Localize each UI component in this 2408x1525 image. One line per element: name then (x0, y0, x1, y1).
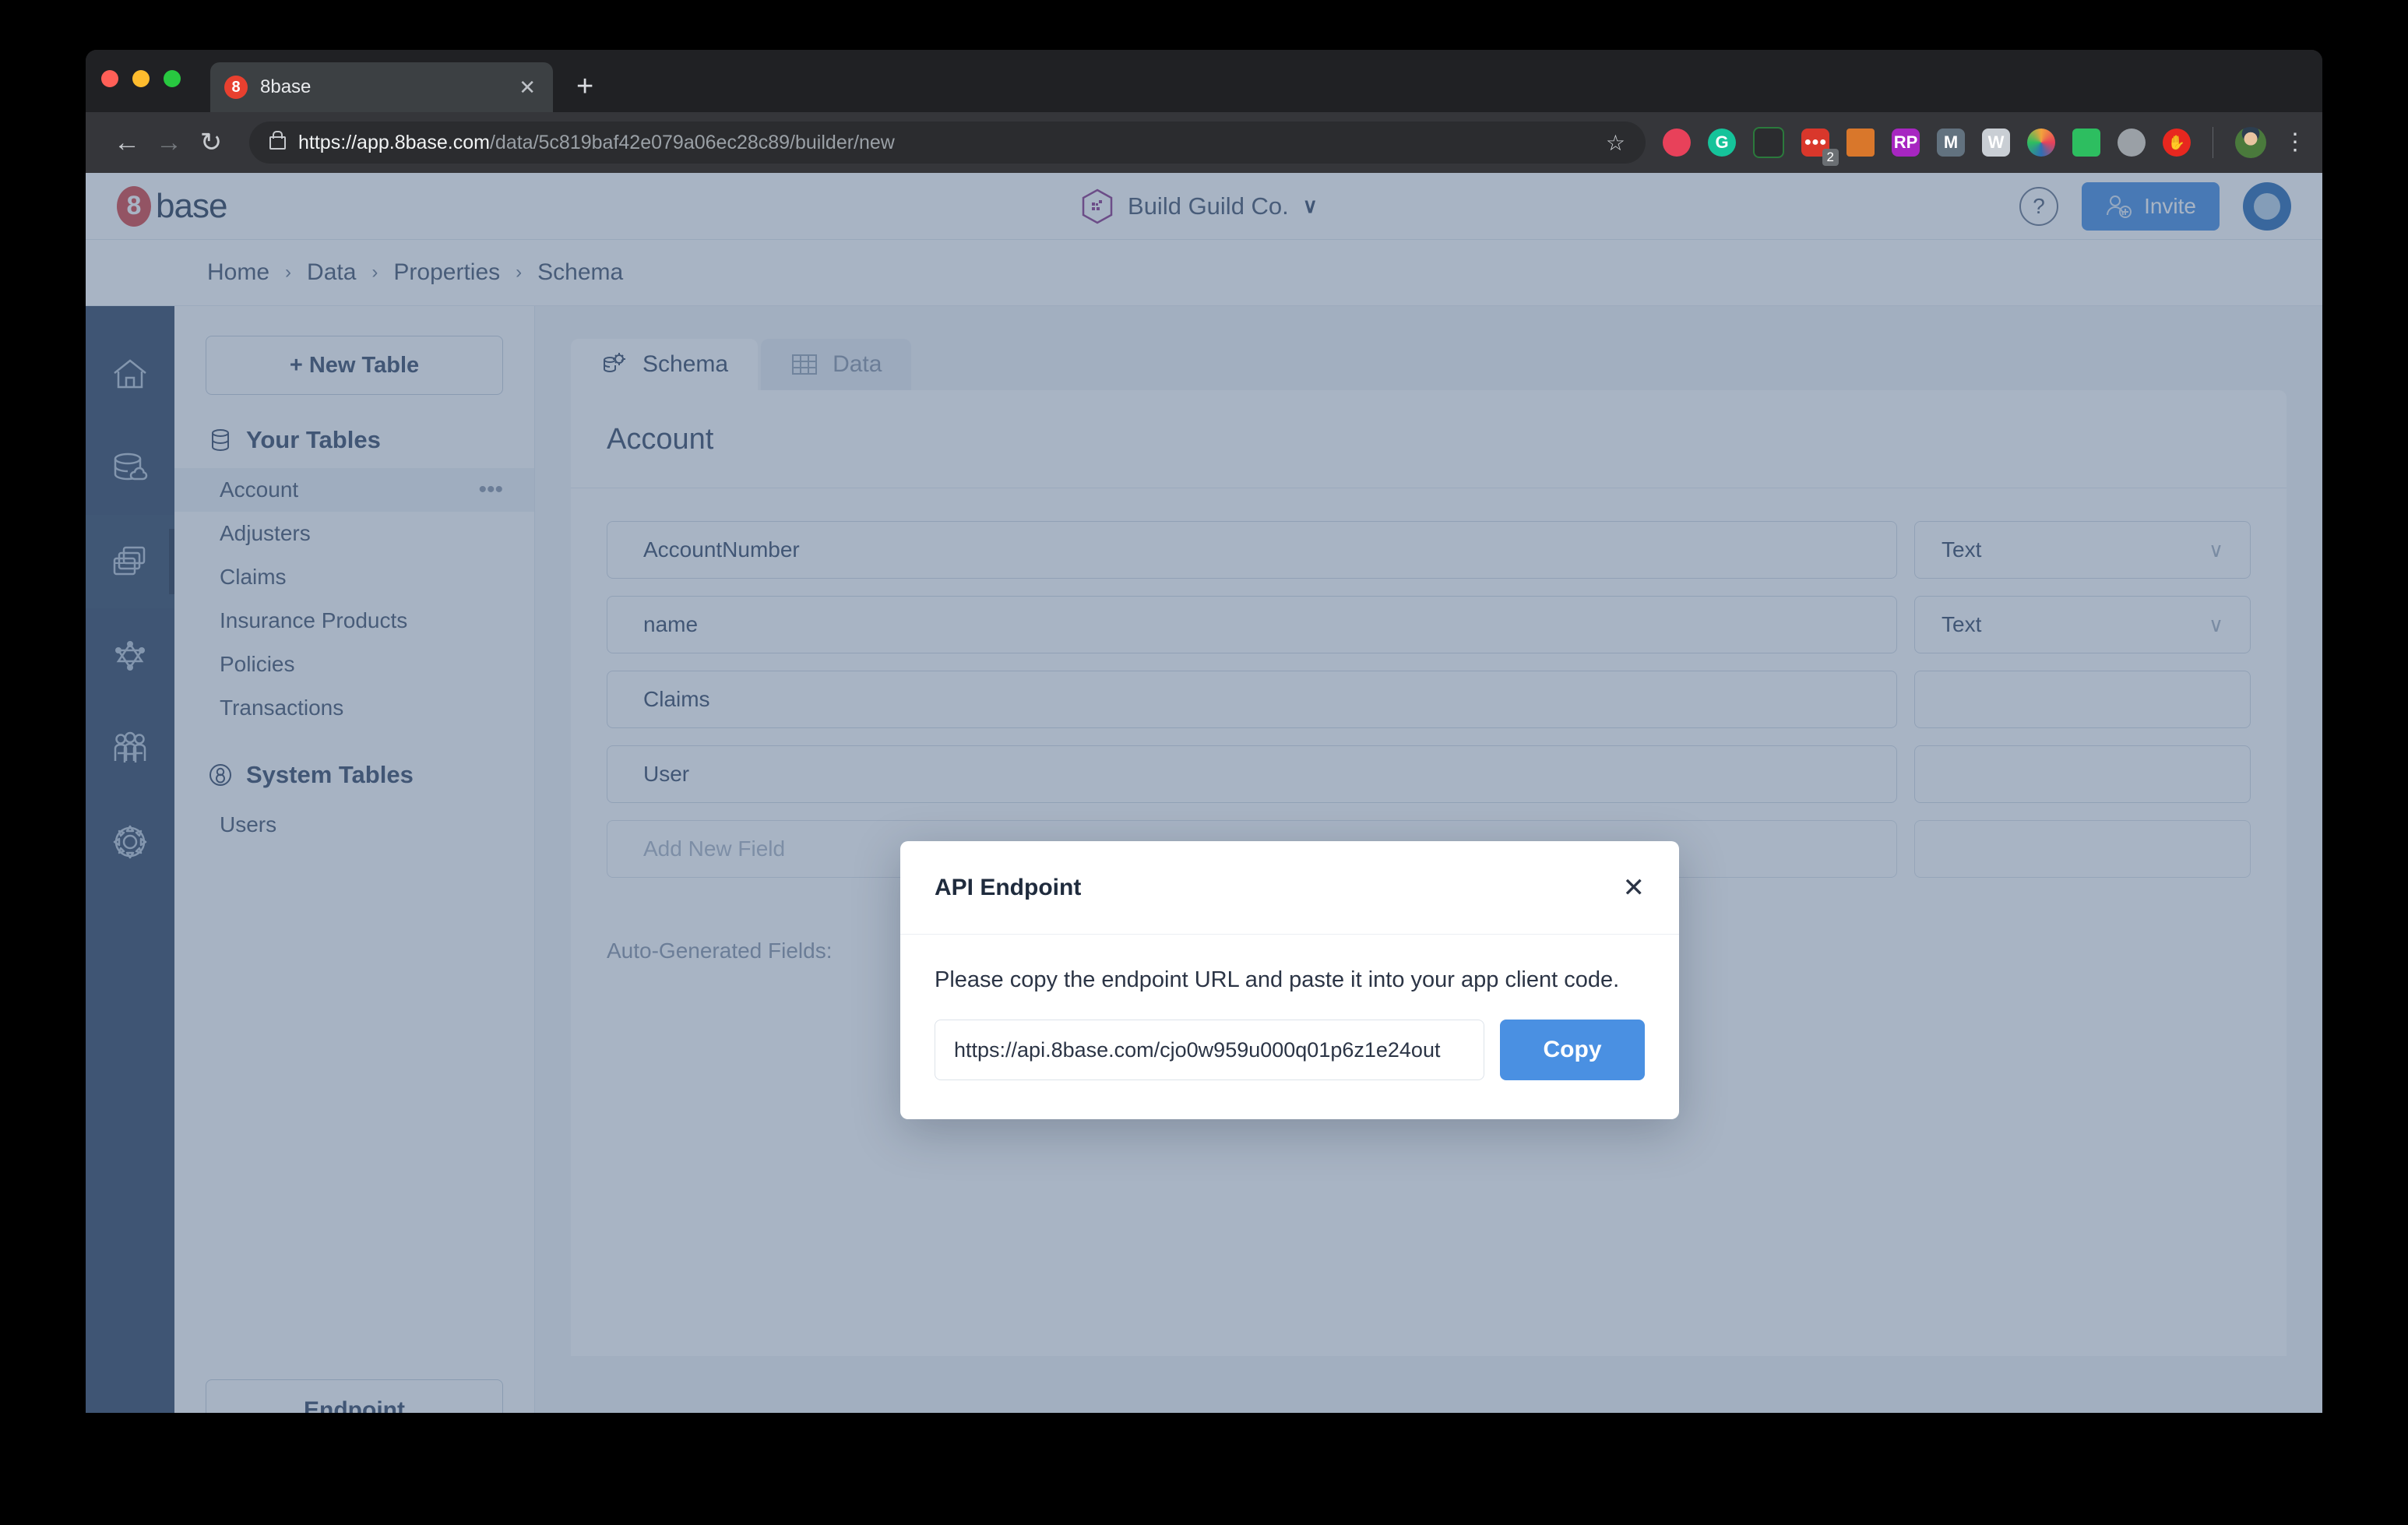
back-button[interactable]: ← (106, 128, 148, 158)
close-window-button[interactable] (101, 70, 118, 87)
beans-extension-icon[interactable] (2118, 129, 2146, 157)
endpoint-row: https://api.8base.com/cjo0w959u000q01p6z… (935, 1020, 1645, 1080)
url-text: https://app.8base.com/data/5c819baf42e07… (298, 132, 895, 154)
minimize-window-button[interactable] (132, 70, 150, 87)
pinterest-extension-icon[interactable] (1663, 129, 1691, 157)
wikipedia-extension-icon[interactable]: W (1982, 129, 2010, 157)
maximize-window-button[interactable] (164, 70, 181, 87)
endpoint-url-input[interactable]: https://api.8base.com/cjo0w959u000q01p6z… (935, 1020, 1484, 1080)
url-host: https://app.8base.com (298, 132, 490, 153)
new-tab-button[interactable]: + (576, 72, 593, 101)
medium-extension-icon[interactable]: M (1937, 129, 1965, 157)
favicon-8base: 8 (224, 76, 248, 99)
browser-window: 8 8base ✕ + ← → ↻ https://app.8base.com/… (86, 50, 2322, 1413)
app-viewport: 8 base Build Guild Co. ∨ (86, 173, 2322, 1413)
browser-toolbar: ← → ↻ https://app.8base.com/data/5c819ba… (86, 112, 2322, 173)
adblock-extension-icon[interactable]: ✋ (2163, 129, 2191, 157)
firefox-send-extension-icon[interactable] (1846, 129, 1875, 157)
evernote-extension-icon[interactable] (2072, 129, 2100, 157)
browser-tab-strip: 8 8base ✕ + (86, 50, 2322, 112)
close-icon[interactable]: ✕ (1623, 872, 1646, 903)
tab-title: 8base (260, 76, 516, 98)
modal-header: API Endpoint ✕ (900, 841, 1679, 935)
rp-extension-icon[interactable]: RP (1892, 129, 1920, 157)
copy-button[interactable]: Copy (1500, 1020, 1645, 1080)
modal-backdrop[interactable] (86, 173, 2322, 1413)
window-controls (101, 70, 181, 87)
extension-badge-count: 2 (1822, 149, 1839, 166)
reload-button[interactable]: ↻ (190, 127, 232, 158)
modal-title: API Endpoint (935, 875, 1081, 901)
grammarly-extension-icon[interactable]: G (1708, 129, 1736, 157)
browser-tab[interactable]: 8 8base ✕ (210, 62, 553, 112)
close-tab-icon[interactable]: ✕ (516, 77, 539, 97)
api-endpoint-modal: API Endpoint ✕ Please copy the endpoint … (900, 841, 1679, 1119)
address-bar[interactable]: https://app.8base.com/data/5c819baf42e07… (249, 122, 1646, 164)
bookmark-star-icon[interactable]: ☆ (1606, 130, 1625, 156)
modal-body: Please copy the endpoint URL and paste i… (900, 935, 1679, 1119)
recorder-extension-icon[interactable]: ●●● 2 (1801, 129, 1829, 157)
screenshot-extension-icon[interactable] (1753, 127, 1784, 158)
modal-description: Please copy the endpoint URL and paste i… (935, 967, 1645, 993)
color-wheel-extension-icon[interactable] (2027, 129, 2055, 157)
extension-icons: G ●●● 2 RP M W ✋ ⋮ (1663, 127, 2302, 158)
browser-profile-avatar[interactable] (2235, 127, 2266, 158)
forward-button[interactable]: → (148, 128, 190, 158)
browser-menu-icon[interactable]: ⋮ (2283, 136, 2302, 150)
url-path: /data/5c819baf42e079a06ec28c89/builder/n… (490, 132, 895, 153)
lock-icon (269, 136, 286, 150)
